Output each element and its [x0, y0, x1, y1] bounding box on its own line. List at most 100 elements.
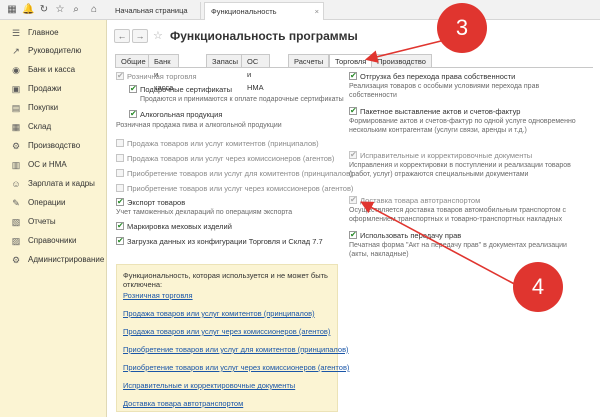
- retail-label: Розничная торговля: [127, 72, 197, 81]
- agent-purchase-label: Приобретение товаров или услуг через ком…: [127, 184, 354, 193]
- favorite-star-icon[interactable]: ☆: [153, 29, 163, 42]
- retail-checkbox[interactable]: [116, 71, 124, 80]
- sidebar-item-fixed-assets[interactable]: ▥ ОС и НМА: [0, 156, 107, 174]
- favorites-icon[interactable]: ☆: [54, 4, 66, 16]
- alcohol-hint: Розничная продажа пива и алкогольной про…: [116, 122, 282, 129]
- sidebar-item-label: Продажи: [28, 84, 62, 93]
- commission-sales-checkbox[interactable]: [116, 139, 124, 147]
- sidebar-item-admin[interactable]: ⚙ Администрирование: [0, 251, 107, 269]
- sidebar-item-warehouse[interactable]: ▦ Склад: [0, 118, 107, 136]
- shipment-no-transfer-label: Отгрузка без перехода права собственност…: [360, 72, 516, 81]
- main-content: ← → ☆ Функциональность программы Общие Б…: [108, 21, 600, 417]
- commission-purchase-label: Приобретение товаров или услуг для комит…: [127, 169, 353, 178]
- apps-grid-icon[interactable]: ▦: [6, 4, 18, 16]
- people-icon: ☺: [11, 179, 21, 189]
- batch-acts-hint: Формирование актов и счетов-фактур по од…: [349, 118, 576, 134]
- agent-sales-checkbox[interactable]: [116, 154, 124, 162]
- alcohol-checkbox[interactable]: [129, 109, 137, 118]
- vehicle-delivery-label: Доставка товара автотранспортом: [360, 196, 481, 205]
- sidebar-item-payroll[interactable]: ☺ Зарплата и кадры: [0, 175, 107, 193]
- gear-icon: ⚙: [11, 255, 21, 265]
- history-icon[interactable]: ↻: [38, 4, 50, 16]
- sidebar-item-label: Руководителю: [28, 46, 82, 55]
- bank-icon: ◉: [12, 65, 20, 75]
- commission-purchase-checkbox[interactable]: [116, 169, 124, 177]
- gift-certificates-checkbox[interactable]: [129, 84, 137, 93]
- annotation-badge-3: 3: [437, 3, 487, 53]
- link-retail[interactable]: Розничная торговля: [123, 291, 193, 300]
- sidebar-item-sales[interactable]: ▣ Продажи: [0, 80, 107, 98]
- annotation-badge-4: 4: [513, 262, 563, 312]
- agent-purchase-checkbox[interactable]: [116, 184, 124, 192]
- home-icon[interactable]: ⌂: [88, 4, 100, 16]
- shipment-no-transfer-checkbox[interactable]: [349, 71, 357, 80]
- data-import-label: Загрузка данных из конфигурации Торговля…: [127, 237, 323, 246]
- page-title: Функциональность программы: [170, 29, 358, 43]
- tab-home[interactable]: Начальная страница: [109, 2, 201, 20]
- sidebar-item-label: Операции: [28, 198, 66, 207]
- corrective-docs-checkbox[interactable]: [349, 150, 357, 159]
- export-label: Экспорт товаров: [127, 198, 186, 207]
- sidebar-item-operations[interactable]: ✎ Операции: [0, 194, 107, 212]
- link-vehicle-delivery[interactable]: Доставка товара автотранспортом: [123, 399, 243, 408]
- forward-button[interactable]: →: [132, 29, 148, 43]
- sidebar-item-manager[interactable]: ↗ Руководителю: [0, 42, 107, 60]
- tab-general[interactable]: Общие: [115, 54, 152, 68]
- sidebar-item-reports[interactable]: ▧ Отчеты: [0, 213, 107, 231]
- shipment-no-transfer-hint: Реализация товаров с особыми условиями п…: [349, 83, 540, 99]
- gift-certificates-hint: Продаются и принимаются к оплате подароч…: [140, 96, 344, 103]
- agent-sales-label: Продажа товаров или услуг через комиссио…: [127, 154, 335, 163]
- chart-icon: ↗: [12, 46, 20, 56]
- tab-bank[interactable]: Банк и касса: [148, 54, 180, 92]
- vehicle-delivery-checkbox[interactable]: [349, 195, 357, 204]
- tab-trade[interactable]: Торговля: [329, 54, 373, 68]
- link-corrective-docs[interactable]: Исправительные и корректировочные докуме…: [123, 381, 295, 390]
- data-import-checkbox[interactable]: [116, 236, 124, 245]
- sidebar-item-label: Отчеты: [28, 217, 56, 226]
- menu-icon: ☰: [11, 28, 21, 38]
- rights-transfer-checkbox[interactable]: [349, 230, 357, 239]
- fur-marking-label: Маркировка меховых изделий: [127, 222, 232, 231]
- sidebar-item-label: Администрирование: [28, 255, 105, 264]
- sidebar-item-bank[interactable]: ◉ Банк и касса: [0, 61, 107, 79]
- search-icon[interactable]: ⌕: [70, 4, 82, 16]
- vehicle-delivery-hint: Осуществляется доставка товаров автомоби…: [349, 207, 567, 223]
- batch-acts-checkbox[interactable]: [349, 106, 357, 115]
- top-bar: ▦ 🔔 ↻ ☆ ⌕ ⌂ Начальная страница Функциона…: [0, 0, 600, 33]
- close-tab-icon[interactable]: ×: [315, 3, 319, 20]
- sidebar-item-catalogs[interactable]: ▨ Справочники: [0, 232, 107, 250]
- tab-home-label: Начальная страница: [115, 6, 188, 15]
- tab-production[interactable]: Производство: [371, 54, 432, 68]
- tab-fixed-assets[interactable]: ОС и НМА: [241, 54, 270, 92]
- export-checkbox[interactable]: [116, 197, 124, 206]
- sidebar-item-main[interactable]: ☰ Главное: [0, 24, 107, 42]
- commission-sales-label: Продажа товаров или услуг комитентов (пр…: [127, 139, 319, 148]
- link-commission-sales[interactable]: Продажа товаров или услуг комитентов (пр…: [123, 309, 315, 318]
- report-icon: ▧: [11, 217, 21, 227]
- sidebar-item-label: Производство: [28, 141, 81, 150]
- sidebar-item-production[interactable]: ⚙ Производство: [0, 137, 107, 155]
- notifications-icon[interactable]: 🔔: [22, 4, 34, 16]
- sidebar-item-label: Покупки: [28, 103, 59, 112]
- link-agent-purchase[interactable]: Приобретение товаров или услуг через ком…: [123, 363, 349, 372]
- fur-marking-checkbox[interactable]: [116, 221, 124, 230]
- corrective-docs-label: Исправительные и корректировочные докуме…: [360, 151, 533, 160]
- alcohol-label: Алкогольная продукция: [140, 110, 223, 119]
- cart-icon: ▤: [11, 103, 21, 113]
- tab-functionality[interactable]: Функциональность программы ×: [204, 2, 324, 33]
- book-icon: ▨: [11, 236, 21, 246]
- assets-icon: ▥: [11, 160, 21, 170]
- link-agent-sales[interactable]: Продажа товаров или услуг через комиссио…: [123, 327, 330, 336]
- used-functionality-heading: Функциональность, которая используется и…: [123, 271, 328, 289]
- sidebar: ☰ Главное ↗ Руководителю ◉ Банк и касса ▣ Пр…: [0, 20, 107, 417]
- warehouse-icon: ▦: [11, 122, 21, 132]
- sidebar-item-purchases[interactable]: ▤ Покупки: [0, 99, 107, 117]
- tab-stock[interactable]: Запасы: [206, 54, 245, 68]
- tab-settlements[interactable]: Расчеты: [288, 54, 330, 68]
- factory-icon: ⚙: [11, 141, 21, 151]
- back-button[interactable]: ←: [114, 29, 130, 43]
- gift-certificates-label: Подарочные сертификаты: [140, 85, 233, 94]
- link-commission-purchase[interactable]: Приобретение товаров или услуг для комит…: [123, 345, 349, 354]
- sidebar-item-label: Зарплата и кадры: [28, 179, 95, 188]
- sidebar-item-label: ОС и НМА: [28, 160, 67, 169]
